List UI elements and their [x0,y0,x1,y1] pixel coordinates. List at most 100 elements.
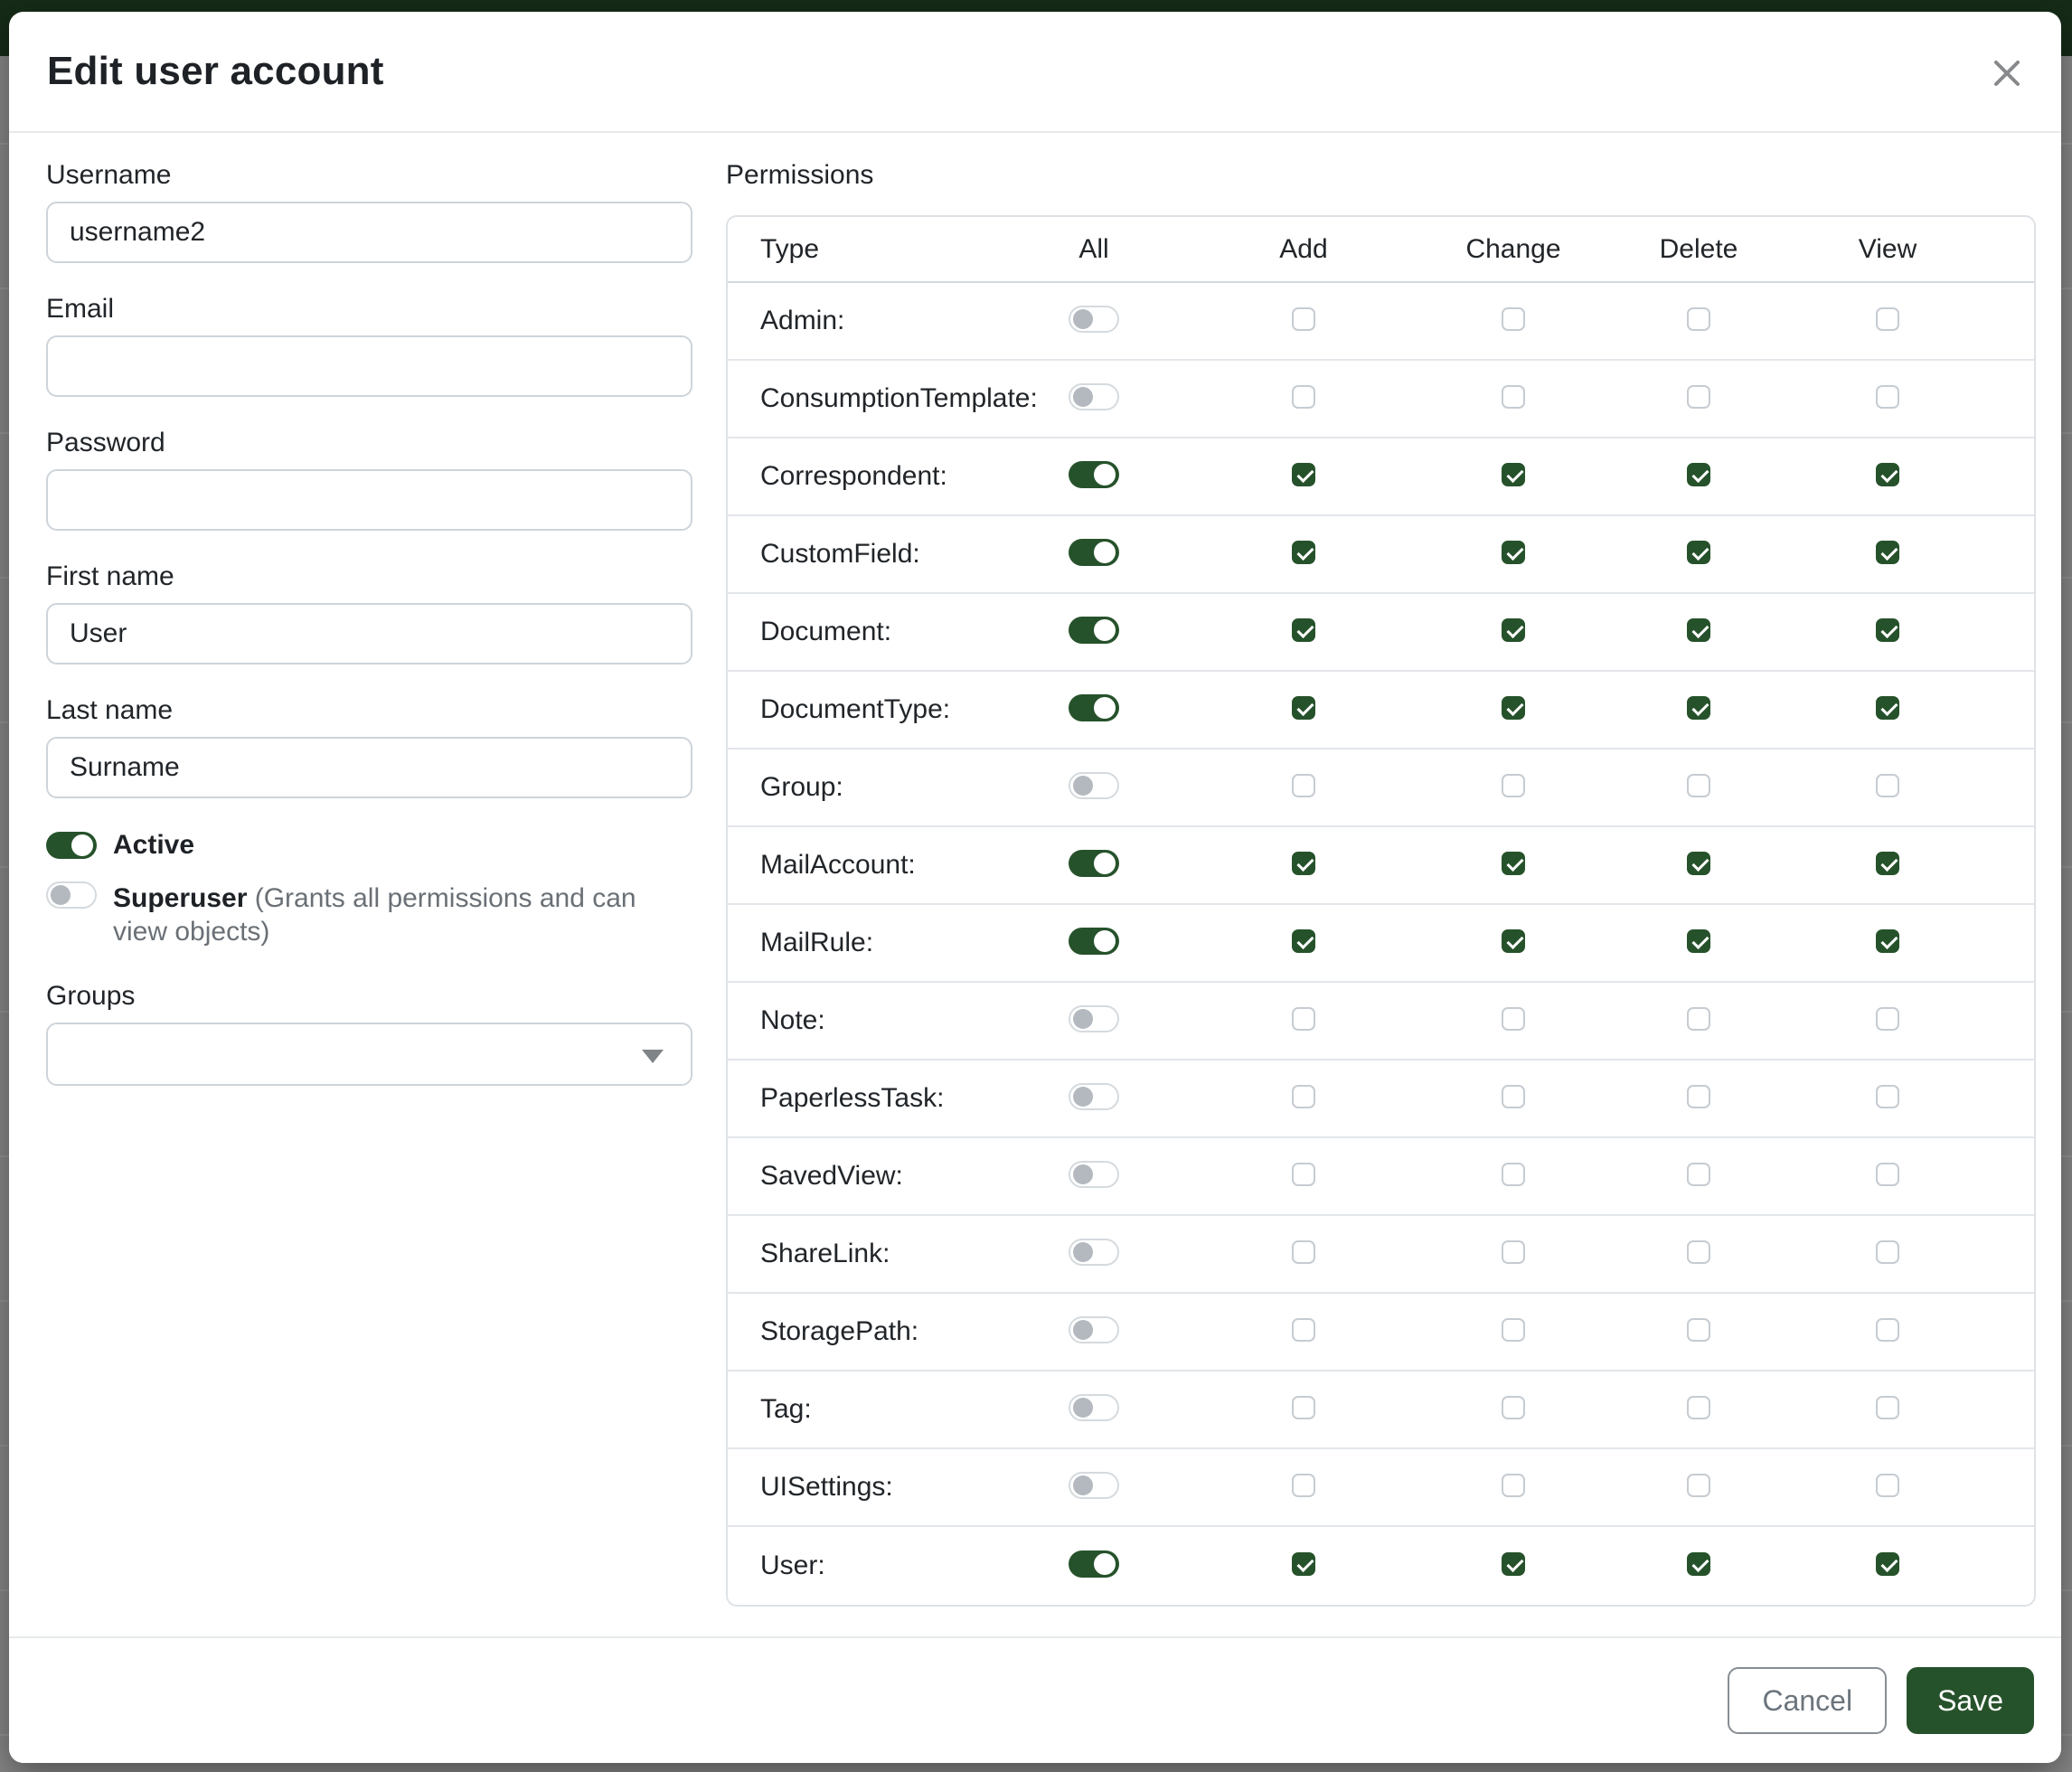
perm-checkbox-change[interactable] [1502,1007,1525,1031]
perm-checkbox-change[interactable] [1502,541,1525,564]
perm-toggle-all[interactable] [1069,850,1119,877]
perm-checkbox-delete[interactable] [1687,1163,1710,1186]
perm-toggle-all[interactable] [1069,1472,1119,1499]
perm-checkbox-change[interactable] [1502,385,1525,409]
perm-checkbox-add[interactable] [1292,307,1315,331]
perm-toggle-all[interactable] [1069,1550,1119,1578]
active-toggle[interactable] [46,832,97,859]
perm-toggle-all[interactable] [1069,1005,1119,1032]
perm-checkbox-delete[interactable] [1687,1396,1710,1419]
perm-toggle-all[interactable] [1069,539,1119,566]
perm-checkbox-add[interactable] [1292,696,1315,720]
perm-checkbox-view[interactable] [1876,696,1899,720]
groups-select[interactable] [46,1023,692,1086]
perm-checkbox-change[interactable] [1502,929,1525,953]
perm-checkbox-delete[interactable] [1687,1318,1710,1342]
perm-toggle-all[interactable] [1069,1239,1119,1266]
username-input[interactable] [46,202,692,263]
perm-checkbox-delete[interactable] [1687,1085,1710,1108]
email-input[interactable] [46,335,692,397]
perm-toggle-all[interactable] [1069,1161,1119,1188]
perm-checkbox-delete[interactable] [1687,307,1710,331]
perm-checkbox-change[interactable] [1502,852,1525,875]
perm-checkbox-add[interactable] [1292,463,1315,486]
perm-toggle-all[interactable] [1069,772,1119,799]
perm-checkbox-delete[interactable] [1687,1240,1710,1264]
perm-checkbox-view[interactable] [1876,385,1899,409]
perm-checkbox-add[interactable] [1292,1474,1315,1497]
perm-checkbox-change[interactable] [1502,463,1525,486]
perm-checkbox-change[interactable] [1502,618,1525,642]
perm-checkbox-change[interactable] [1502,774,1525,797]
perm-checkbox-add[interactable] [1292,929,1315,953]
cancel-button[interactable]: Cancel [1728,1667,1887,1734]
perm-checkbox-delete[interactable] [1687,463,1710,486]
perm-checkbox-delete[interactable] [1687,852,1710,875]
password-input[interactable] [46,469,692,531]
first-name-field-group: First name [46,561,692,664]
modal-footer: Cancel Save [9,1636,2061,1763]
perm-checkbox-add[interactable] [1292,618,1315,642]
close-icon[interactable] [1991,57,2023,90]
perm-checkbox-add[interactable] [1292,1163,1315,1186]
perm-toggle-all[interactable] [1069,928,1119,955]
perm-toggle-all[interactable] [1069,694,1119,721]
superuser-toggle[interactable] [46,881,97,909]
perm-checkbox-view[interactable] [1876,463,1899,486]
perm-checkbox-add[interactable] [1292,1552,1315,1576]
perm-checkbox-view[interactable] [1876,1318,1899,1342]
perm-checkbox-view[interactable] [1876,307,1899,331]
perm-checkbox-add[interactable] [1292,1085,1315,1108]
perm-checkbox-change[interactable] [1502,307,1525,331]
perm-checkbox-add[interactable] [1292,1007,1315,1031]
perm-checkbox-delete[interactable] [1687,385,1710,409]
perm-checkbox-add[interactable] [1292,1240,1315,1264]
perm-checkbox-change[interactable] [1502,1396,1525,1419]
perm-checkbox-change[interactable] [1502,1085,1525,1108]
perm-checkbox-change[interactable] [1502,1163,1525,1186]
perm-checkbox-add[interactable] [1292,1318,1315,1342]
perm-checkbox-add[interactable] [1292,541,1315,564]
perm-checkbox-view[interactable] [1876,1163,1899,1186]
perm-checkbox-view[interactable] [1876,1552,1899,1576]
perm-checkbox-change[interactable] [1502,1318,1525,1342]
perm-checkbox-view[interactable] [1876,1396,1899,1419]
perm-checkbox-view[interactable] [1876,1007,1899,1031]
perm-checkbox-view[interactable] [1876,541,1899,564]
perm-checkbox-add[interactable] [1292,385,1315,409]
perm-toggle-all[interactable] [1069,461,1119,488]
perm-checkbox-delete[interactable] [1687,929,1710,953]
groups-label: Groups [46,981,692,1012]
perm-toggle-all[interactable] [1069,1083,1119,1110]
perm-checkbox-view[interactable] [1876,1085,1899,1108]
first-name-input[interactable] [46,603,692,664]
perm-checkbox-view[interactable] [1876,852,1899,875]
perm-toggle-all[interactable] [1069,1394,1119,1421]
last-name-input[interactable] [46,737,692,798]
perm-checkbox-view[interactable] [1876,618,1899,642]
perm-checkbox-view[interactable] [1876,1240,1899,1264]
perm-checkbox-view[interactable] [1876,929,1899,953]
perm-checkbox-delete[interactable] [1687,774,1710,797]
perm-checkbox-change[interactable] [1502,1474,1525,1497]
perm-checkbox-delete[interactable] [1687,696,1710,720]
perm-checkbox-delete[interactable] [1687,1007,1710,1031]
perm-checkbox-change[interactable] [1502,1240,1525,1264]
perm-toggle-all[interactable] [1069,383,1119,410]
perm-toggle-all[interactable] [1069,617,1119,644]
perm-checkbox-add[interactable] [1292,774,1315,797]
perm-toggle-all[interactable] [1069,306,1119,333]
perm-toggle-all[interactable] [1069,1316,1119,1343]
perm-checkbox-add[interactable] [1292,1396,1315,1419]
perm-checkbox-add[interactable] [1292,852,1315,875]
save-button[interactable]: Save [1907,1667,2034,1734]
perm-checkbox-change[interactable] [1502,1552,1525,1576]
perm-checkbox-delete[interactable] [1687,618,1710,642]
perm-checkbox-view[interactable] [1876,1474,1899,1497]
perm-checkbox-delete[interactable] [1687,1552,1710,1576]
perm-checkbox-view[interactable] [1876,774,1899,797]
superuser-row: Superuser (Grants all permissions and ca… [46,881,692,948]
perm-checkbox-delete[interactable] [1687,541,1710,564]
perm-checkbox-change[interactable] [1502,696,1525,720]
perm-checkbox-delete[interactable] [1687,1474,1710,1497]
